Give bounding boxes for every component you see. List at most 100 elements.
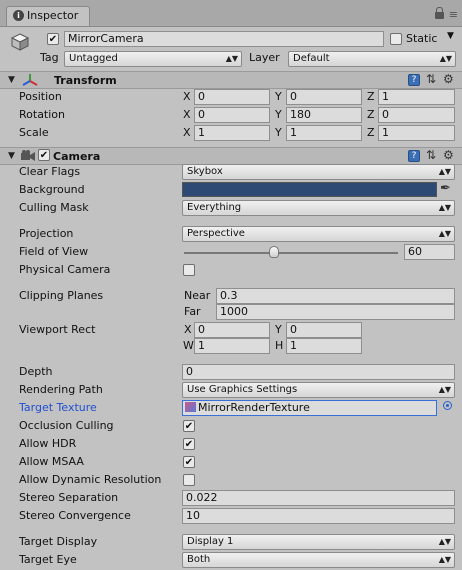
fov-slider-track[interactable] [184, 252, 398, 254]
culling-mask-dropdown[interactable]: Everything ▲▼ [182, 200, 455, 216]
physical-camera-label: Physical Camera [19, 263, 111, 276]
layer-dropdown[interactable]: Default ▲▼ [288, 51, 456, 67]
lock-icon[interactable] [435, 7, 444, 19]
viewport-h-field[interactable]: 1 [286, 338, 362, 354]
clear-flags-dropdown[interactable]: Skybox ▲▼ [182, 164, 455, 180]
gear-icon[interactable]: ⚙ [443, 73, 454, 85]
object-name-field[interactable]: MirrorCamera [64, 31, 384, 47]
tag-dropdown[interactable]: Untagged ▲▼ [64, 51, 242, 67]
scale-z-label: Z [367, 126, 375, 139]
target-eye-value: Both [187, 554, 211, 565]
scale-z-field[interactable]: 1 [378, 125, 455, 141]
rotation-y-field[interactable]: 180 [286, 107, 362, 123]
target-texture-field[interactable]: MirrorRenderTexture [182, 400, 437, 416]
near-field[interactable]: 0.3 [216, 288, 455, 304]
tag-value: Untagged [69, 53, 118, 64]
active-checkbox[interactable] [47, 33, 59, 45]
projection-label: Projection [19, 227, 74, 240]
help-icon[interactable]: ? [408, 150, 420, 162]
preset-icon[interactable]: ⇅ [426, 73, 436, 85]
scale-y-label: Y [275, 126, 282, 139]
rendering-path-value: Use Graphics Settings [187, 384, 298, 395]
position-z-label: Z [367, 90, 375, 103]
rendering-path-label: Rendering Path [19, 383, 103, 396]
depth-label: Depth [19, 365, 53, 378]
position-y-field[interactable]: 0 [286, 89, 362, 105]
fov-slider-thumb[interactable] [268, 246, 279, 258]
far-field[interactable]: 1000 [216, 304, 455, 320]
allow-hdr-checkbox[interactable] [183, 438, 195, 450]
target-texture-label: Target Texture [19, 401, 97, 414]
position-y-label: Y [275, 90, 282, 103]
viewport-x-label: X [184, 323, 192, 336]
transform-icon [22, 73, 38, 87]
fov-label: Field of View [19, 245, 89, 258]
scale-label: Scale [19, 126, 49, 139]
projection-value: Perspective [187, 228, 245, 239]
allow-dynamic-resolution-checkbox[interactable] [183, 474, 195, 486]
scale-x-field[interactable]: 1 [194, 125, 270, 141]
culling-mask-value: Everything [187, 202, 242, 213]
fov-field[interactable]: 60 [404, 244, 455, 260]
layer-label: Layer [249, 51, 280, 64]
scale-y-field[interactable]: 1 [286, 125, 362, 141]
near-label: Near [184, 289, 211, 302]
occlusion-culling-label: Occlusion Culling [19, 419, 114, 432]
target-display-dropdown[interactable]: Display 1 ▲▼ [182, 534, 455, 550]
transform-title: Transform [54, 74, 117, 87]
viewport-x-field[interactable]: 0 [194, 322, 270, 338]
projection-dropdown[interactable]: Perspective ▲▼ [182, 226, 455, 242]
allow-hdr-label: Allow HDR [19, 437, 77, 450]
eyedropper-icon[interactable]: ✒ [440, 181, 451, 196]
static-checkbox[interactable] [390, 33, 402, 45]
tab-inspector[interactable]: i Inspector [6, 6, 90, 26]
camera-icon [20, 150, 36, 162]
background-color-swatch[interactable] [182, 182, 437, 197]
object-picker-icon[interactable] [443, 401, 452, 410]
viewport-h-label: H [275, 339, 284, 352]
physical-camera-checkbox[interactable] [183, 264, 195, 276]
target-display-label: Target Display [19, 535, 98, 548]
target-display-value: Display 1 [187, 536, 234, 547]
rotation-x-field[interactable]: 0 [194, 107, 270, 123]
rotation-y-label: Y [275, 108, 282, 121]
stereo-convergence-label: Stereo Convergence [19, 509, 131, 522]
static-dropdown-arrow[interactable]: ▼ [447, 31, 454, 41]
allow-msaa-checkbox[interactable] [183, 456, 195, 468]
viewport-y-field[interactable]: 0 [286, 322, 362, 338]
viewport-w-label: W [183, 339, 194, 352]
rotation-z-field[interactable]: 0 [378, 107, 455, 123]
rendering-path-dropdown[interactable]: Use Graphics Settings ▲▼ [182, 382, 455, 398]
position-x-label: X [183, 90, 191, 103]
help-icon[interactable]: ? [408, 74, 420, 86]
allow-dynamic-resolution-label: Allow Dynamic Resolution [19, 473, 162, 486]
menu-icon[interactable]: ≡ [449, 9, 458, 20]
camera-foldout-icon[interactable]: ▼ [8, 151, 15, 161]
gear-icon[interactable]: ⚙ [443, 149, 454, 161]
occlusion-culling-checkbox[interactable] [183, 420, 195, 432]
clear-flags-label: Clear Flags [19, 165, 81, 178]
rotation-x-label: X [183, 108, 191, 121]
transform-foldout-icon[interactable]: ▼ [8, 75, 15, 85]
viewport-rect-label: Viewport Rect [19, 323, 96, 336]
target-eye-dropdown[interactable]: Both ▲▼ [182, 552, 455, 568]
stereo-separation-field[interactable]: 0.022 [182, 490, 455, 506]
depth-field[interactable]: 0 [182, 364, 455, 380]
stereo-convergence-field[interactable]: 10 [182, 508, 455, 524]
viewport-w-field[interactable]: 1 [194, 338, 270, 354]
tab-label: Inspector [27, 9, 79, 22]
camera-enabled-checkbox[interactable] [38, 149, 50, 161]
rotation-z-label: Z [367, 108, 375, 121]
preset-icon[interactable]: ⇅ [426, 149, 436, 161]
layer-value: Default [293, 53, 330, 64]
clipping-planes-label: Clipping Planes [19, 289, 104, 302]
position-z-field[interactable]: 1 [378, 89, 455, 105]
gameobject-icon [10, 32, 30, 52]
culling-mask-label: Culling Mask [19, 201, 89, 214]
rotation-label: Rotation [19, 108, 66, 121]
render-texture-icon [185, 402, 196, 412]
background-label: Background [19, 183, 85, 196]
inspector-icon: i [13, 10, 24, 21]
position-x-field[interactable]: 0 [194, 89, 270, 105]
camera-title: Camera [53, 150, 101, 163]
